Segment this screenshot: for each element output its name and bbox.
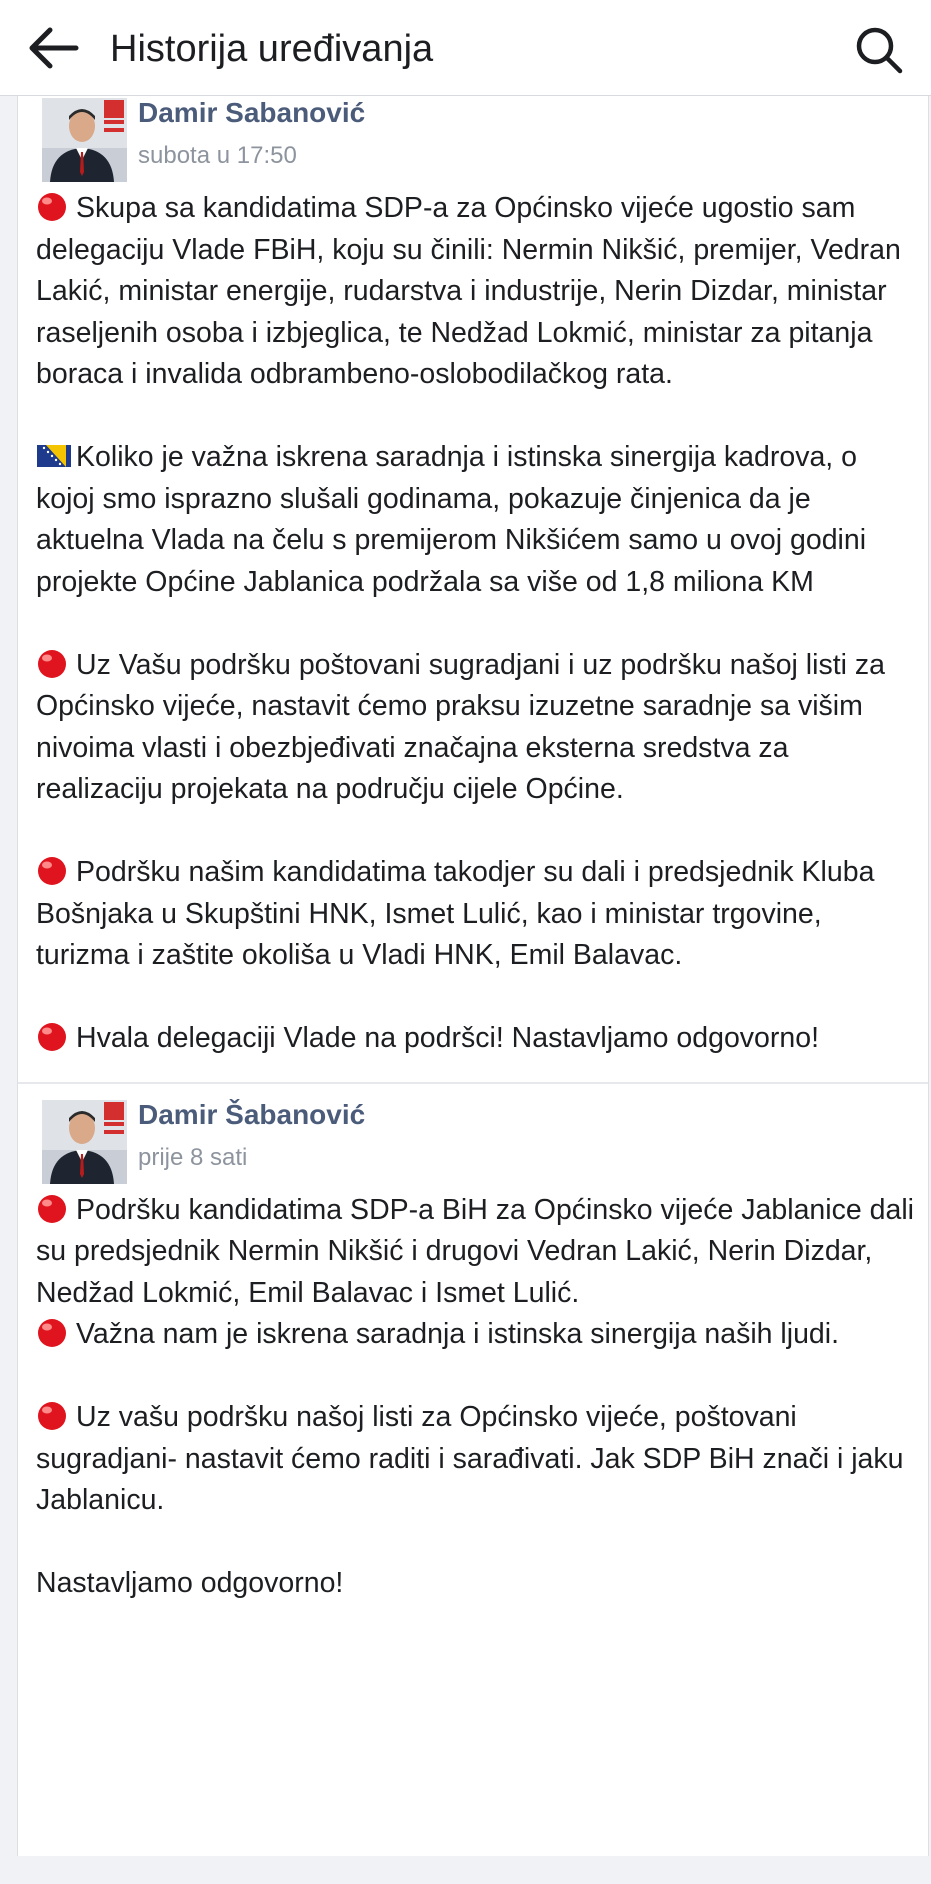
paragraph-text: Važna nam je iskrena saradnja i istinska… bbox=[76, 1318, 840, 1350]
post-body: Podršku kandidatima SDP-a BiH za Općinsk… bbox=[18, 1190, 928, 1605]
post-body: Skupa sa kandidatima SDP-a za Općinsko v… bbox=[18, 188, 928, 1060]
author-name[interactable]: Damir Šabanović bbox=[138, 1098, 365, 1132]
paragraph-text: Koliko je važna iskrena saradnja i istin… bbox=[36, 441, 867, 598]
search-icon[interactable] bbox=[853, 24, 905, 76]
bottom-edge bbox=[0, 1856, 931, 1884]
entry-header: Damir Sabanović subota u 17:50 bbox=[18, 96, 928, 188]
entry-header: Damir Šabanović prije 8 sati bbox=[18, 1098, 928, 1190]
paragraph: Podršku kandidatima SDP-a BiH za Općinsk… bbox=[36, 1190, 916, 1315]
avatar[interactable] bbox=[42, 1099, 127, 1184]
edit-history-list: Damir Sabanović subota u 17:50 Skupa sa … bbox=[17, 96, 929, 1856]
author-name[interactable]: Damir Sabanović bbox=[138, 96, 365, 130]
paragraph-text: Skupa sa kandidatima SDP-a za Općinsko v… bbox=[36, 192, 901, 390]
paragraph-text: Podršku našim kandidatima takodjer su da… bbox=[36, 856, 875, 971]
paragraph: Važna nam je iskrena saradnja i istinska… bbox=[36, 1314, 916, 1356]
paragraph: Nastavljamo odgovorno! bbox=[36, 1563, 916, 1605]
paragraph: Podršku našim kandidatima takodjer su da… bbox=[36, 852, 916, 977]
red-circle-icon bbox=[38, 1023, 66, 1051]
paragraph: Uz Vašu podršku poštovani sugradjani i u… bbox=[36, 645, 916, 811]
top-app-bar: Historija uređivanja bbox=[0, 0, 931, 96]
paragraph-text: Nastavljamo odgovorno! bbox=[36, 1567, 344, 1599]
red-circle-icon bbox=[38, 1194, 66, 1223]
paragraph: Hvala delegaciji Vlade na podršci! Nasta… bbox=[36, 1018, 916, 1060]
paragraph: Skupa sa kandidatima SDP-a za Općinsko v… bbox=[36, 188, 916, 396]
paragraph-text: Podršku kandidatima SDP-a BiH za Općinsk… bbox=[36, 1193, 914, 1309]
red-circle-icon bbox=[38, 649, 66, 678]
red-circle-icon bbox=[38, 857, 66, 885]
page-title: Historija uređivanja bbox=[110, 28, 434, 70]
red-circle-icon bbox=[38, 1319, 66, 1347]
arrow-left-icon[interactable] bbox=[24, 22, 84, 74]
timestamp: subota u 17:50 bbox=[138, 142, 297, 169]
bosnia-flag-icon bbox=[37, 445, 71, 467]
paragraph: Koliko je važna iskrena saradnja i istin… bbox=[36, 437, 916, 603]
edit-history-entry: Damir Sabanović subota u 17:50 Skupa sa … bbox=[18, 96, 928, 1060]
paragraph-text: Uz Vašu podršku poštovani sugradjani i u… bbox=[36, 648, 885, 806]
paragraph-text: Uz vašu podršku našoj listi za Općinsko … bbox=[36, 1401, 904, 1516]
paragraph-text: Hvala delegaciji Vlade na podršci! Nasta… bbox=[76, 1022, 820, 1054]
red-circle-icon bbox=[38, 193, 66, 221]
paragraph: Uz vašu podršku našoj listi za Općinsko … bbox=[36, 1397, 916, 1522]
timestamp: prije 8 sati bbox=[138, 1143, 248, 1171]
edit-history-entry: Damir Šabanović prije 8 sati Podršku kan… bbox=[18, 1081, 928, 1605]
avatar[interactable] bbox=[42, 98, 127, 182]
red-circle-icon bbox=[38, 1402, 66, 1430]
